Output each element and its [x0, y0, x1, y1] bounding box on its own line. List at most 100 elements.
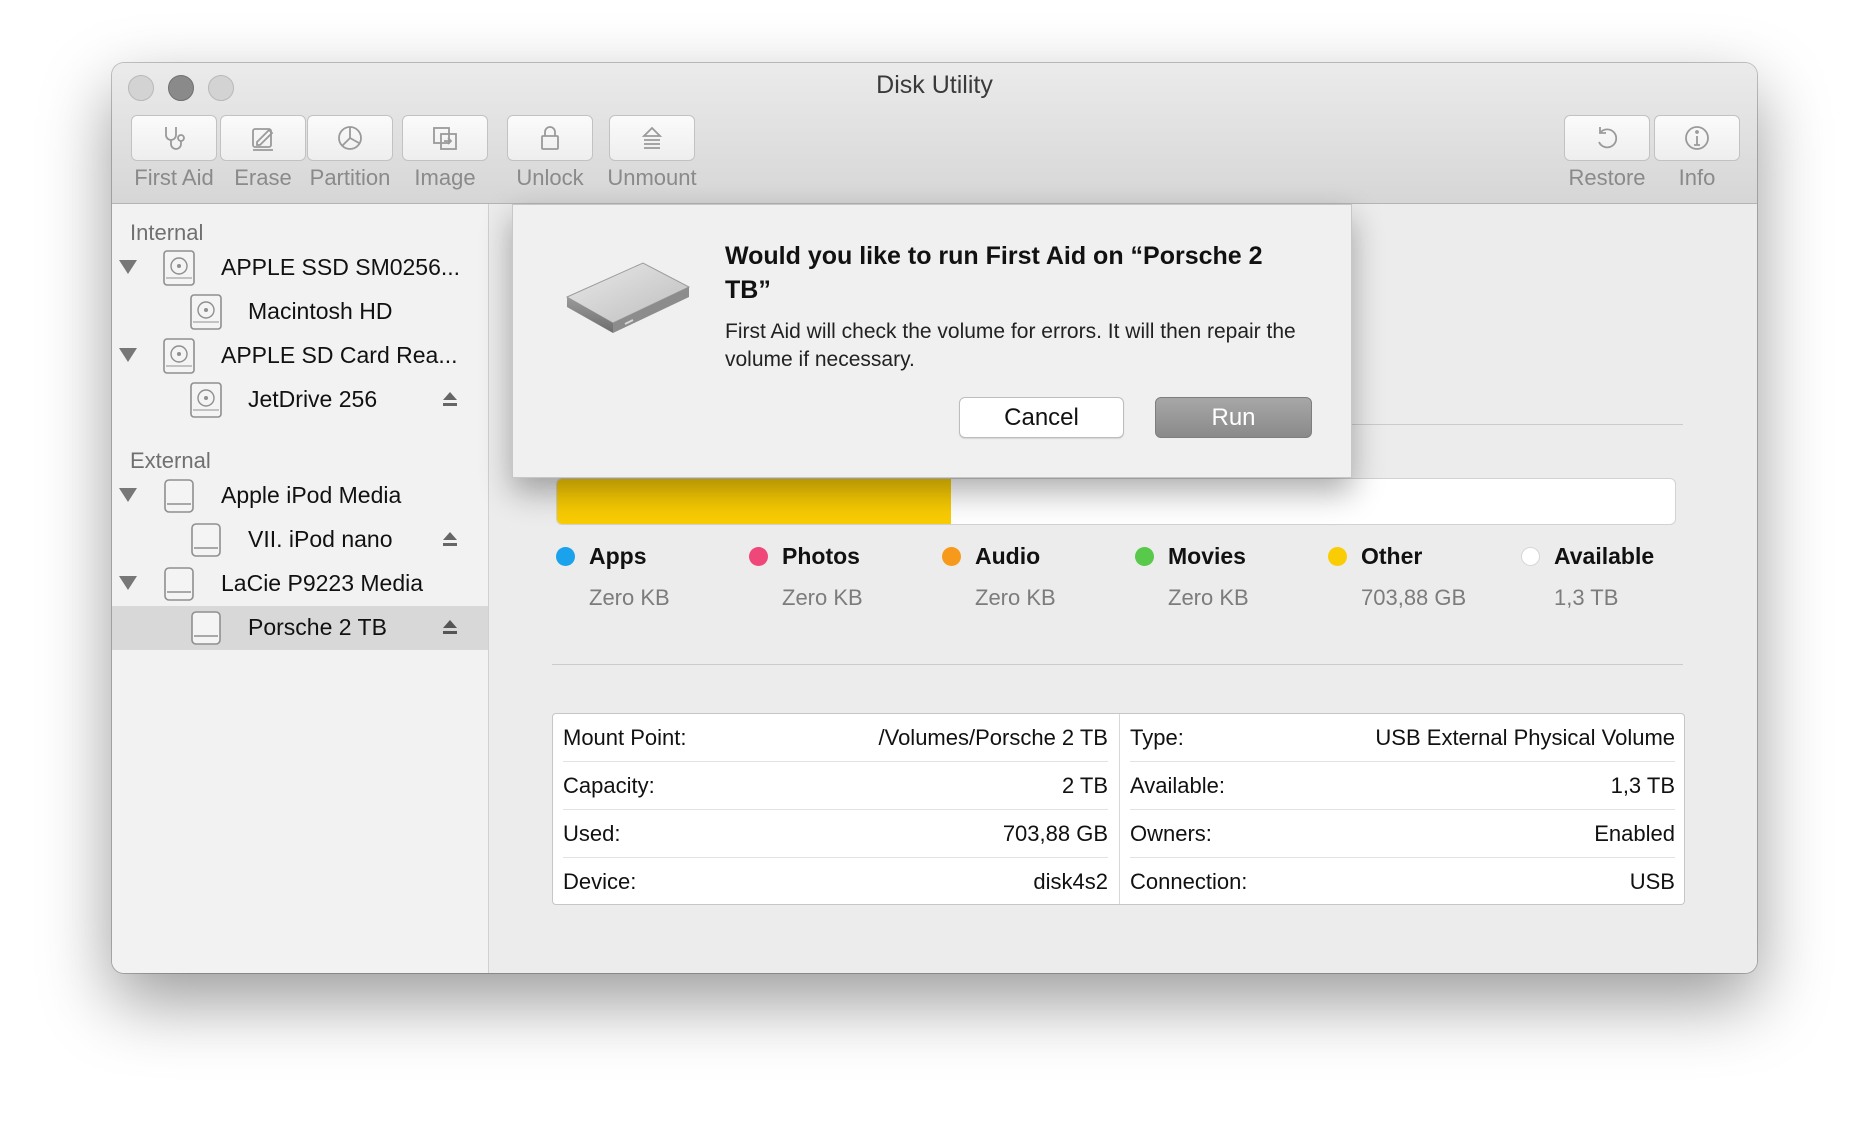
info-value: /Volumes/Porsche 2 TB: [878, 725, 1109, 750]
info-value: 2 TB: [1061, 773, 1108, 798]
info-key: Available:: [1130, 773, 1225, 798]
disclosure-triangle-icon[interactable]: [119, 348, 137, 362]
sidebar-item-apple-ssd[interactable]: APPLE SSD SM0256...: [112, 246, 488, 290]
info-label: Info: [1678, 165, 1716, 190]
sidebar-item-jetdrive[interactable]: JetDrive 256: [112, 378, 488, 422]
info-row-available: Available: 1,3 TB: [1130, 762, 1675, 810]
internal-disk-icon: [190, 382, 222, 418]
legend-dot: [556, 547, 575, 566]
legend-name: Apps: [589, 543, 647, 569]
volume-info-table: Mount Point: /Volumes/Porsche 2 TB Capac…: [552, 713, 1685, 905]
eject-icon[interactable]: [440, 617, 460, 637]
disclosure-triangle-icon[interactable]: [119, 260, 137, 274]
unmount-button[interactable]: Unmount: [585, 115, 719, 191]
legend-name: Audio: [975, 543, 1041, 569]
sidebar-item-label: VII. iPod nano: [248, 526, 393, 552]
image-button[interactable]: Image: [395, 115, 495, 191]
sidebar-item-label: JetDrive 256: [248, 386, 378, 412]
info-key: Capacity:: [563, 773, 655, 798]
sidebar-item-label: APPLE SD Card Rea...: [221, 342, 458, 368]
lock-icon: [541, 126, 559, 150]
info-value: disk4s2: [1033, 869, 1108, 894]
info-row-mount-point: Mount Point: /Volumes/Porsche 2 TB: [563, 714, 1108, 762]
legend-value: 703,88 GB: [1361, 585, 1467, 610]
info-column-right: Type: USB External Physical Volume Avail…: [1119, 714, 1685, 904]
sidebar-item-macintosh-hd[interactable]: Macintosh HD: [112, 290, 488, 334]
first-aid-button[interactable]: First Aid: [124, 115, 224, 191]
info-row-type: Type: USB External Physical Volume: [1130, 714, 1675, 762]
info-icon: [1685, 126, 1709, 150]
legend-dot: [1521, 547, 1540, 566]
sidebar-section-external: External: [130, 448, 211, 473]
info-value: Enabled: [1594, 821, 1675, 846]
sidebar-item-porsche-2tb[interactable]: Porsche 2 TB: [112, 606, 488, 650]
info-row-capacity: Capacity: 2 TB: [563, 762, 1108, 810]
internal-disk-icon: [163, 338, 195, 374]
legend-name: Other: [1361, 543, 1423, 569]
cancel-button[interactable]: Cancel: [959, 397, 1124, 438]
eject-icon[interactable]: [440, 389, 460, 409]
legend-dot: [749, 547, 768, 566]
info-value: 703,88 GB: [1002, 821, 1108, 846]
internal-disk-icon: [163, 250, 195, 286]
legend-dot: [942, 547, 961, 566]
legend-name: Photos: [782, 543, 860, 569]
restore-button[interactable]: Restore: [1552, 115, 1662, 191]
external-disk-icon: [164, 479, 194, 513]
info-row-used: Used: 703,88 GB: [563, 810, 1108, 858]
dialog-message: First Aid will check the volume for erro…: [725, 320, 1296, 371]
info-row-device: Device: disk4s2: [563, 858, 1108, 905]
legend-value: Zero KB: [1168, 585, 1249, 610]
sidebar-section-internal: Internal: [130, 220, 204, 245]
partition-label: Partition: [309, 165, 391, 190]
eject-icon[interactable]: [440, 529, 460, 549]
sidebar-item-apple-sd-card-reader[interactable]: APPLE SD Card Rea...: [112, 334, 488, 378]
erase-icon: [252, 128, 274, 151]
sidebar-item-lacie-media[interactable]: LaCie P9223 Media: [112, 562, 488, 606]
info-key: Connection:: [1130, 869, 1248, 894]
divider: [552, 664, 1683, 665]
usage-bar: [556, 478, 1676, 525]
info-key: Used:: [563, 821, 621, 846]
legend-value: Zero KB: [782, 585, 863, 610]
info-value: 1,3 TB: [1610, 773, 1675, 798]
run-button[interactable]: Run: [1155, 397, 1312, 438]
sidebar-item-label: LaCie P9223 Media: [221, 570, 424, 596]
legend-name: Movies: [1168, 543, 1246, 569]
partition-button[interactable]: Partition: [290, 115, 410, 191]
legend-dot: [1135, 547, 1154, 566]
sidebar-item-apple-ipod-media[interactable]: Apple iPod Media: [112, 474, 488, 518]
legend-dot: [1328, 547, 1347, 566]
image-label: Image: [414, 165, 476, 190]
info-row-owners: Owners: Enabled: [1130, 810, 1675, 858]
legend-value: 1,3 TB: [1554, 585, 1619, 610]
external-disk-icon: [191, 611, 221, 645]
info-column-left: Mount Point: /Volumes/Porsche 2 TB Capac…: [553, 714, 1118, 904]
legend-name: Available: [1554, 543, 1655, 569]
dialog-title: Would you like to run First Aid on “Pors…: [725, 242, 1263, 304]
disclosure-triangle-icon[interactable]: [119, 576, 137, 590]
internal-disk-icon: [190, 294, 222, 330]
external-disk-icon: [164, 567, 194, 601]
legend-value: Zero KB: [589, 585, 670, 610]
sidebar: Internal APPLE SSD SM0256... Macintosh H…: [112, 204, 489, 973]
info-value: USB External Physical Volume: [1375, 725, 1675, 750]
info-key: Owners:: [1130, 821, 1212, 846]
image-icon: [433, 127, 457, 150]
pie-chart-icon: [338, 126, 362, 150]
eject-icon: [641, 126, 663, 149]
sidebar-item-label: Porsche 2 TB: [248, 614, 387, 640]
info-button[interactable]: Info: [1647, 115, 1747, 191]
usage-bar-used: [557, 479, 951, 524]
first-aid-dialog: Would you like to run First Aid on “Pors…: [512, 204, 1352, 478]
sidebar-item-ipod-nano[interactable]: VII. iPod nano: [112, 518, 488, 562]
info-key: Device:: [563, 869, 637, 894]
disclosure-triangle-icon[interactable]: [119, 488, 137, 502]
external-disk-icon: [191, 523, 221, 557]
info-value: USB: [1629, 869, 1675, 894]
sidebar-item-label: APPLE SSD SM0256...: [221, 254, 461, 280]
legend-value: Zero KB: [975, 585, 1056, 610]
restore-icon: [1598, 127, 1618, 149]
window-title: Disk Utility: [876, 71, 993, 99]
info-row-connection: Connection: USB: [1130, 858, 1675, 905]
